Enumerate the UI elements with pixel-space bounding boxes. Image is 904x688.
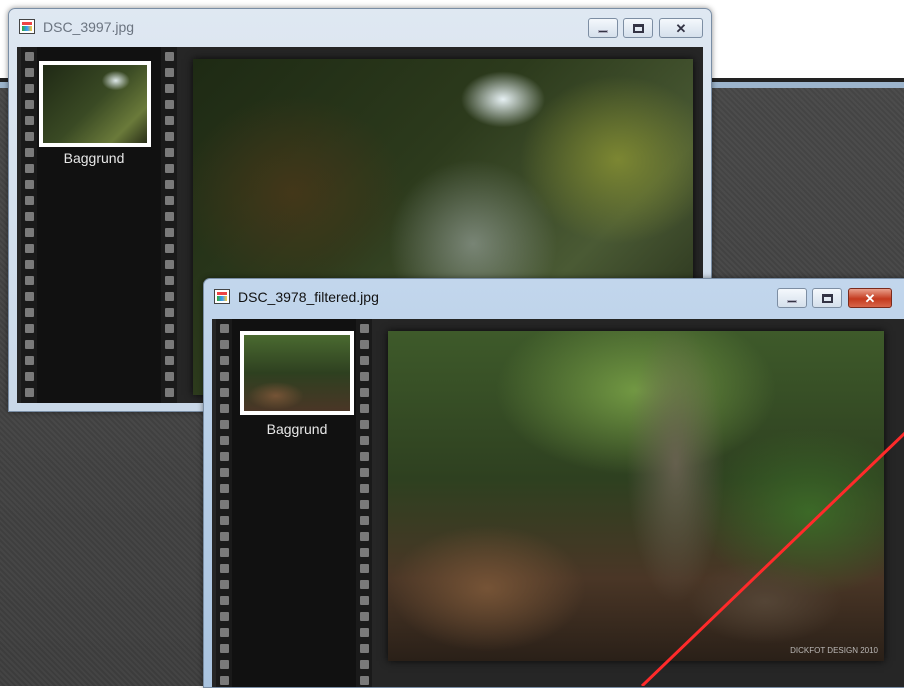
film-perforations-left <box>216 319 232 687</box>
maximize-icon <box>821 293 833 303</box>
layer-filmstrip: Baggrund <box>216 319 372 687</box>
layer-thumbnail[interactable] <box>240 331 354 415</box>
film-perforations-left <box>21 47 37 403</box>
layer-thumbnail-image <box>43 65 147 143</box>
window-title: DSC_3997.jpg <box>43 19 135 35</box>
close-button[interactable]: ✕ <box>848 288 892 308</box>
film-perforations-right <box>356 319 372 687</box>
photo-credit: DICKFOT DESIGN 2010 <box>790 646 878 655</box>
layer-thumbnail-image <box>244 335 350 411</box>
layer-thumbnail[interactable] <box>39 61 151 147</box>
maximize-button[interactable] <box>623 18 653 38</box>
document-area: Baggrund DICKFOT DESIGN 2010 <box>212 319 904 687</box>
close-icon: ✕ <box>675 20 687 36</box>
minimize-button[interactable] <box>777 288 807 308</box>
image-file-icon <box>214 289 230 304</box>
window-dsc-3978-filtered[interactable]: DSC_3978_filtered.jpg ✕ Baggrund DICKFOT… <box>203 278 904 688</box>
minimize-icon <box>598 29 608 33</box>
window-title: DSC_3978_filtered.jpg <box>238 289 379 305</box>
close-button[interactable]: ✕ <box>659 18 703 38</box>
title-bar[interactable]: DSC_3978_filtered.jpg ✕ <box>204 279 904 315</box>
layer-filmstrip: Baggrund <box>21 47 177 403</box>
film-perforations-right <box>161 47 177 403</box>
maximize-button[interactable] <box>812 288 842 308</box>
title-bar[interactable]: DSC_3997.jpg ✕ <box>9 9 711 45</box>
image-file-icon <box>19 19 35 34</box>
minimize-icon <box>787 299 797 303</box>
maximize-icon <box>632 23 644 33</box>
layer-label: Baggrund <box>266 421 328 437</box>
layer-label: Baggrund <box>63 150 125 166</box>
minimize-button[interactable] <box>588 18 618 38</box>
close-icon: ✕ <box>864 290 876 306</box>
photo-canvas[interactable]: DICKFOT DESIGN 2010 <box>388 331 884 661</box>
